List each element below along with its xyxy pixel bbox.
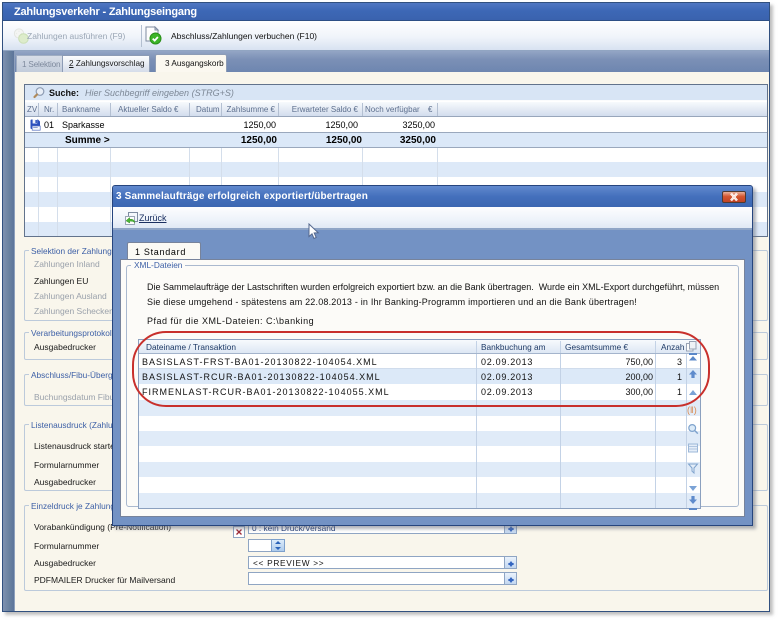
- svg-text:(‖): (‖): [687, 405, 697, 415]
